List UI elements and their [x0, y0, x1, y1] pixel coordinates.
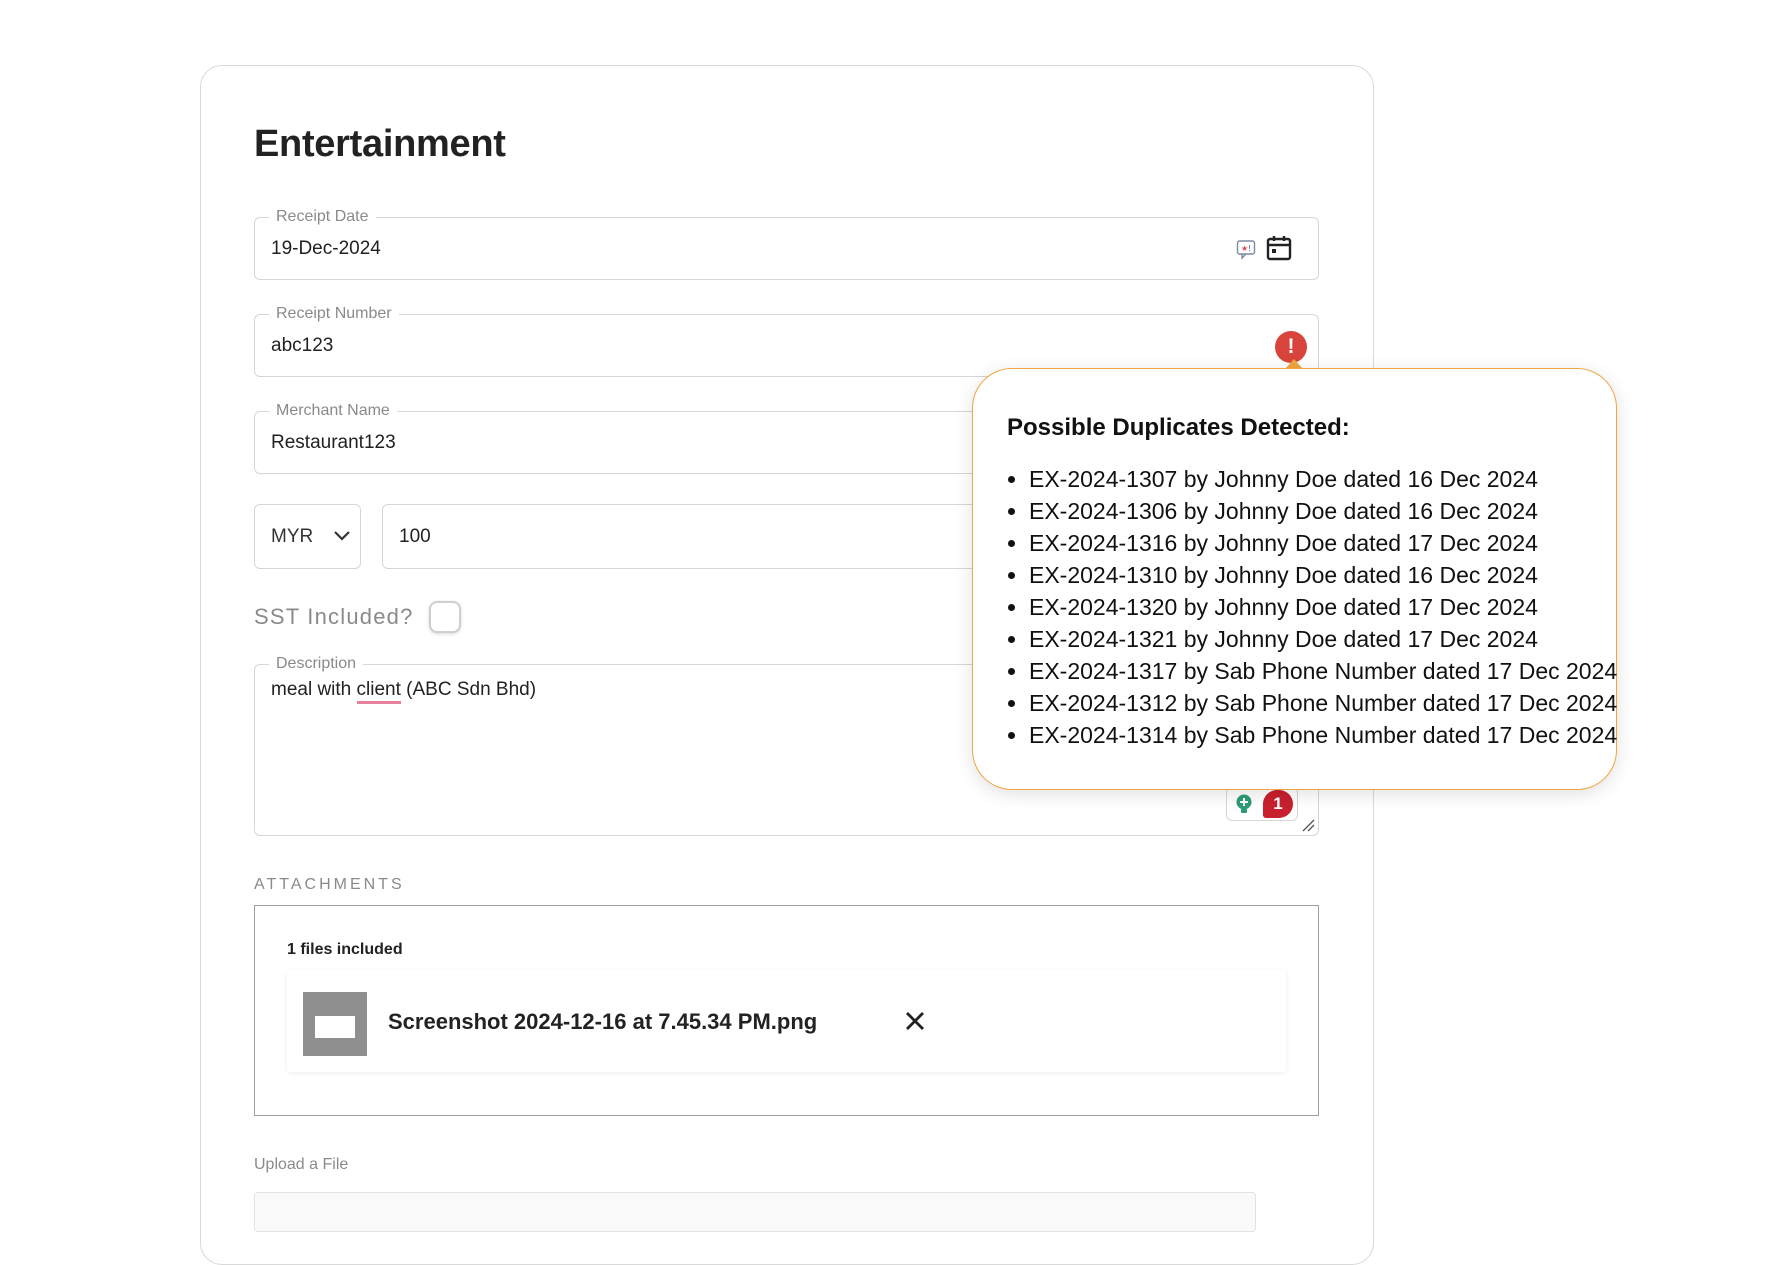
duplicate-item: EX-2024-1320 by Johnny Doe dated 17 Dec …	[1029, 591, 1617, 623]
upload-dropzone[interactable]	[254, 1192, 1256, 1232]
description-text-before: meal with	[271, 679, 357, 700]
attachments-box: 1 files included Screenshot 2024-12-16 a…	[254, 905, 1319, 1116]
attachments-heading: ATTACHMENTS	[254, 876, 405, 893]
autofill-icon[interactable]: ★ !	[1236, 238, 1256, 260]
receipt-date-value: 19-Dec-2024	[271, 238, 381, 259]
duplicate-item: EX-2024-1307 by Johnny Doe dated 16 Dec …	[1029, 463, 1617, 495]
sst-checkbox[interactable]	[429, 601, 461, 633]
currency-value: MYR	[271, 526, 314, 547]
duplicates-list: EX-2024-1307 by Johnny Doe dated 16 Dec …	[1007, 463, 1617, 751]
grammar-issue-count: 1	[1263, 790, 1293, 818]
upload-label: Upload a File	[254, 1156, 349, 1173]
files-count: 1 files included	[287, 941, 403, 958]
attachment-thumbnail[interactable]	[303, 992, 367, 1056]
receipt-date-label: Receipt Date	[269, 207, 376, 227]
chevron-down-icon	[334, 531, 350, 541]
duplicate-item: EX-2024-1312 by Sab Phone Number dated 1…	[1029, 687, 1617, 719]
merchant-name-value: Restaurant123	[271, 432, 396, 453]
amount-value: 100	[399, 526, 431, 547]
duplicate-item: EX-2024-1306 by Johnny Doe dated 16 Dec …	[1029, 495, 1617, 527]
sst-label: SST Included?	[254, 604, 414, 629]
duplicates-popover: Possible Duplicates Detected: EX-2024-13…	[972, 368, 1617, 790]
svg-text:!: !	[1248, 244, 1251, 253]
close-icon[interactable]	[903, 1009, 927, 1033]
attachment-item: Screenshot 2024-12-16 at 7.45.34 PM.png	[287, 970, 1286, 1072]
merchant-name-label: Merchant Name	[269, 401, 397, 421]
popover-title: Possible Duplicates Detected:	[1007, 414, 1350, 441]
receipt-number-value: abc123	[271, 335, 334, 356]
duplicate-item: EX-2024-1317 by Sab Phone Number dated 1…	[1029, 655, 1617, 687]
receipt-date-field[interactable]: Receipt Date 19-Dec-2024 ★ !	[254, 207, 1319, 280]
duplicate-item: EX-2024-1321 by Johnny Doe dated 17 Dec …	[1029, 623, 1617, 655]
duplicate-item: EX-2024-1310 by Johnny Doe dated 16 Dec …	[1029, 559, 1617, 591]
grammar-checker-widget[interactable]: 1	[1226, 787, 1298, 821]
duplicate-item: EX-2024-1316 by Johnny Doe dated 17 Dec …	[1029, 527, 1617, 559]
description-value: meal with client (ABC Sdn Bhd)	[271, 679, 537, 704]
currency-select[interactable]: MYR	[254, 504, 361, 569]
receipt-number-label: Receipt Number	[269, 304, 399, 324]
grammar-bulb-icon	[1236, 794, 1252, 813]
spellcheck-flagged-word[interactable]: client	[356, 679, 401, 704]
attachment-filename: Screenshot 2024-12-16 at 7.45.34 PM.png	[388, 1009, 818, 1034]
resize-handle-icon[interactable]	[1301, 818, 1315, 832]
calendar-icon[interactable]	[1266, 235, 1292, 261]
page-title: Entertainment	[254, 123, 506, 165]
description-label: Description	[269, 654, 364, 674]
duplicate-item: EX-2024-1314 by Sab Phone Number dated 1…	[1029, 719, 1617, 751]
description-text-after: (ABC Sdn Bhd)	[400, 679, 537, 700]
